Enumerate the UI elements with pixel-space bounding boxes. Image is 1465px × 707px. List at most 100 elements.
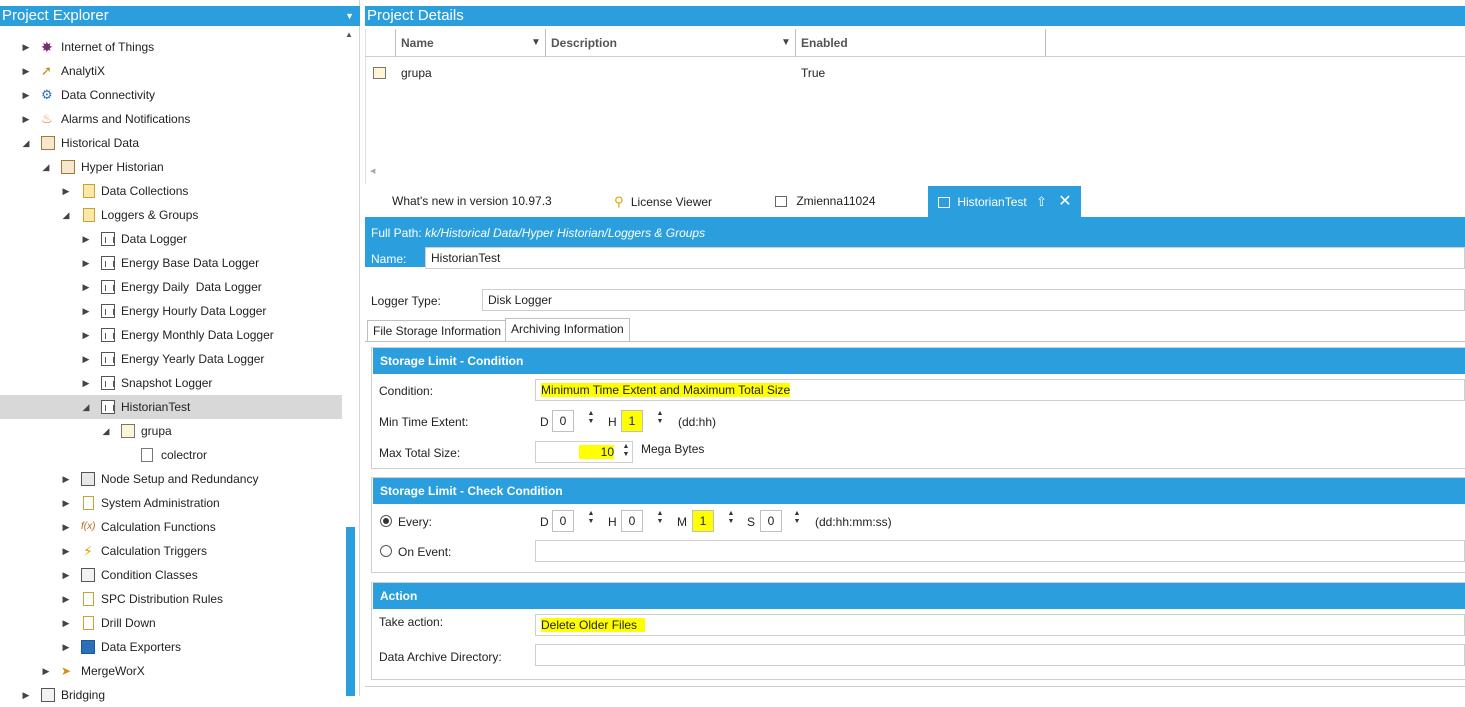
subtab-archiving[interactable]: Archiving Information [505, 318, 630, 342]
collapse-arrow-icon[interactable]: ◢ [41, 155, 51, 179]
expand-arrow-icon[interactable]: ▶ [61, 587, 71, 611]
expand-arrow-icon[interactable]: ▶ [61, 467, 71, 491]
subtab-file-storage[interactable]: File Storage Information [367, 320, 508, 342]
expand-arrow-icon[interactable]: ▶ [61, 635, 71, 659]
close-icon[interactable]: ✕ [1058, 193, 1071, 210]
tab-historiantest[interactable]: HistorianTest ⇧ ✕ [928, 186, 1081, 217]
expand-arrow-icon[interactable]: ▶ [21, 59, 31, 83]
expand-arrow-icon[interactable]: ▶ [61, 491, 71, 515]
logger-type-select[interactable]: Disk Logger [482, 289, 1465, 311]
tree-item-energy-monthly-logger[interactable]: ▶ Energy Monthly Data Logger [0, 323, 340, 347]
max-size-input[interactable]: 10 [535, 441, 633, 463]
check-days-input[interactable]: 0 [552, 510, 574, 532]
expand-arrow-icon[interactable]: ▶ [81, 227, 91, 251]
logger-icon [101, 256, 115, 270]
condition-select[interactable]: Minimum Time Extent and Maximum Total Si… [535, 379, 1465, 401]
tree-item-bridging[interactable]: ▶ Bridging [0, 683, 340, 707]
expand-arrow-icon[interactable]: ▶ [81, 371, 91, 395]
expand-arrow-icon[interactable]: ▶ [81, 347, 91, 371]
tree-item-calculation-functions[interactable]: ▶ f(x) Calculation Functions [0, 515, 340, 539]
tree-item-system-administration[interactable]: ▶ System Administration [0, 491, 340, 515]
expand-arrow-icon[interactable]: ▶ [61, 611, 71, 635]
tree-item-snapshot-logger[interactable]: ▶ Snapshot Logger [0, 371, 340, 395]
tree-item-drill-down[interactable]: ▶ Drill Down [0, 611, 340, 635]
expand-arrow-icon[interactable]: ▶ [81, 275, 91, 299]
expand-arrow-icon[interactable]: ▶ [81, 251, 91, 275]
min-time-days-input[interactable]: 0 [552, 410, 574, 432]
tree-item-condition-classes[interactable]: ▶ Condition Classes [0, 563, 340, 587]
spinner-arrows-icon[interactable]: ▲ ▼ [586, 410, 596, 426]
column-header-name[interactable]: Name ▼ [401, 29, 541, 57]
tree-item-historical-data[interactable]: ◢ Historical Data [0, 131, 340, 155]
expand-arrow-icon[interactable]: ▶ [61, 563, 71, 587]
take-action-select[interactable]: Delete Older Files [535, 614, 1465, 636]
expand-arrow-icon[interactable]: ▶ [61, 515, 71, 539]
min-time-hours-input[interactable]: 1 [621, 410, 643, 432]
pin-icon[interactable]: ⇧ [1036, 194, 1047, 209]
archive-dir-input[interactable] [535, 644, 1465, 666]
check-minutes-input[interactable]: 1 [692, 510, 714, 532]
tree-item-energy-base-logger[interactable]: ▶ Energy Base Data Logger [0, 251, 340, 275]
tree-item-node-setup[interactable]: ▶ Node Setup and Redundancy [0, 467, 340, 491]
spinner-arrows-icon[interactable]: ▲ ▼ [655, 410, 665, 426]
min-time-label: Min Time Extent: [379, 415, 469, 429]
function-icon: f(x) [81, 521, 96, 532]
tree-item-colectror[interactable]: colectror [0, 443, 340, 467]
spinner-arrows-icon[interactable]: ▲ ▼ [655, 510, 665, 526]
tree-item-data-logger[interactable]: ▶ Data Logger [0, 227, 340, 251]
column-header-description[interactable]: Description ▼ [551, 29, 791, 57]
expand-arrow-icon[interactable]: ▶ [61, 539, 71, 563]
collapse-arrow-icon[interactable]: ◢ [101, 419, 111, 443]
filter-icon[interactable]: ▼ [781, 29, 791, 57]
spinner-arrows-icon[interactable]: ▲ ▼ [586, 510, 596, 526]
tree-item-energy-daily-logger[interactable]: ▶ Energy Daily Data Logger [0, 275, 340, 299]
filter-icon[interactable]: ▼ [531, 29, 541, 57]
tree-item-alarms[interactable]: ▶ ♨ Alarms and Notifications [0, 107, 340, 131]
tree-item-internet-of-things[interactable]: ▶ ✸ Internet of Things [0, 35, 340, 59]
tab-license-viewer[interactable]: ⚲ License Viewer [614, 186, 712, 217]
tree-item-calculation-triggers[interactable]: ▶ ⚡ Calculation Triggers [0, 539, 340, 563]
tree-item-energy-hourly-logger[interactable]: ▶ Energy Hourly Data Logger [0, 299, 340, 323]
tab-whats-new[interactable]: What's new in version 10.97.3 [392, 186, 552, 217]
tree-item-grupa[interactable]: ◢ grupa [0, 419, 340, 443]
spinner-arrows-icon[interactable]: ▲ ▼ [726, 510, 736, 526]
tab-zmienna[interactable]: Zmienna11024 [775, 186, 876, 217]
scroll-left-icon[interactable]: ◀ [370, 167, 375, 175]
on-event-input[interactable] [535, 540, 1465, 562]
collapse-arrow-icon[interactable]: ◢ [61, 203, 71, 227]
check-seconds-input[interactable]: 0 [760, 510, 782, 532]
tree-item-data-exporters[interactable]: ▶ Data Exporters [0, 635, 340, 659]
scroll-up-icon[interactable]: ▲ [345, 30, 353, 39]
tree-item-historiantest[interactable]: ◢ HistorianTest [0, 395, 342, 419]
expand-arrow-icon[interactable]: ▶ [21, 107, 31, 131]
tree-item-loggers-groups[interactable]: ◢ Loggers & Groups [0, 203, 340, 227]
explorer-menu-chevron-icon[interactable]: ▼ [345, 6, 354, 26]
expand-arrow-icon[interactable]: ▶ [21, 83, 31, 107]
explorer-scrollbar-thumb[interactable] [346, 527, 355, 696]
every-radio[interactable] [380, 515, 392, 527]
expand-arrow-icon[interactable]: ▶ [21, 35, 31, 59]
tree-item-data-collections[interactable]: ▶ Data Collections [0, 179, 340, 203]
minutes-label: M [677, 515, 687, 529]
expand-arrow-icon[interactable]: ▶ [61, 179, 71, 203]
column-header-enabled[interactable]: Enabled [801, 29, 1041, 57]
tree-item-analytix[interactable]: ▶ ➚ AnalytiX [0, 59, 340, 83]
collapse-arrow-icon[interactable]: ◢ [81, 395, 91, 419]
name-input[interactable]: HistorianTest [425, 247, 1465, 269]
tree-item-label: Energy Monthly Data Logger [121, 328, 274, 342]
tree-item-energy-yearly-logger[interactable]: ▶ Energy Yearly Data Logger [0, 347, 340, 371]
collapse-arrow-icon[interactable]: ◢ [21, 131, 31, 155]
check-hours-input[interactable]: 0 [621, 510, 643, 532]
expand-arrow-icon[interactable]: ▶ [81, 323, 91, 347]
tree-item-data-connectivity[interactable]: ▶ ⚙ Data Connectivity [0, 83, 340, 107]
table-row[interactable]: grupa True [365, 61, 1465, 85]
on-event-radio[interactable] [380, 545, 392, 557]
spinner-arrows-icon[interactable]: ▲ ▼ [621, 443, 631, 459]
expand-arrow-icon[interactable]: ▶ [41, 659, 51, 683]
tree-item-mergeworx[interactable]: ▶ ➤ MergeWorX [0, 659, 340, 683]
spinner-arrows-icon[interactable]: ▲ ▼ [792, 510, 802, 526]
tree-item-hyper-historian[interactable]: ◢ Hyper Historian [0, 155, 340, 179]
tree-item-spc-rules[interactable]: ▶ SPC Distribution Rules [0, 587, 340, 611]
expand-arrow-icon[interactable]: ▶ [21, 683, 31, 707]
expand-arrow-icon[interactable]: ▶ [81, 299, 91, 323]
